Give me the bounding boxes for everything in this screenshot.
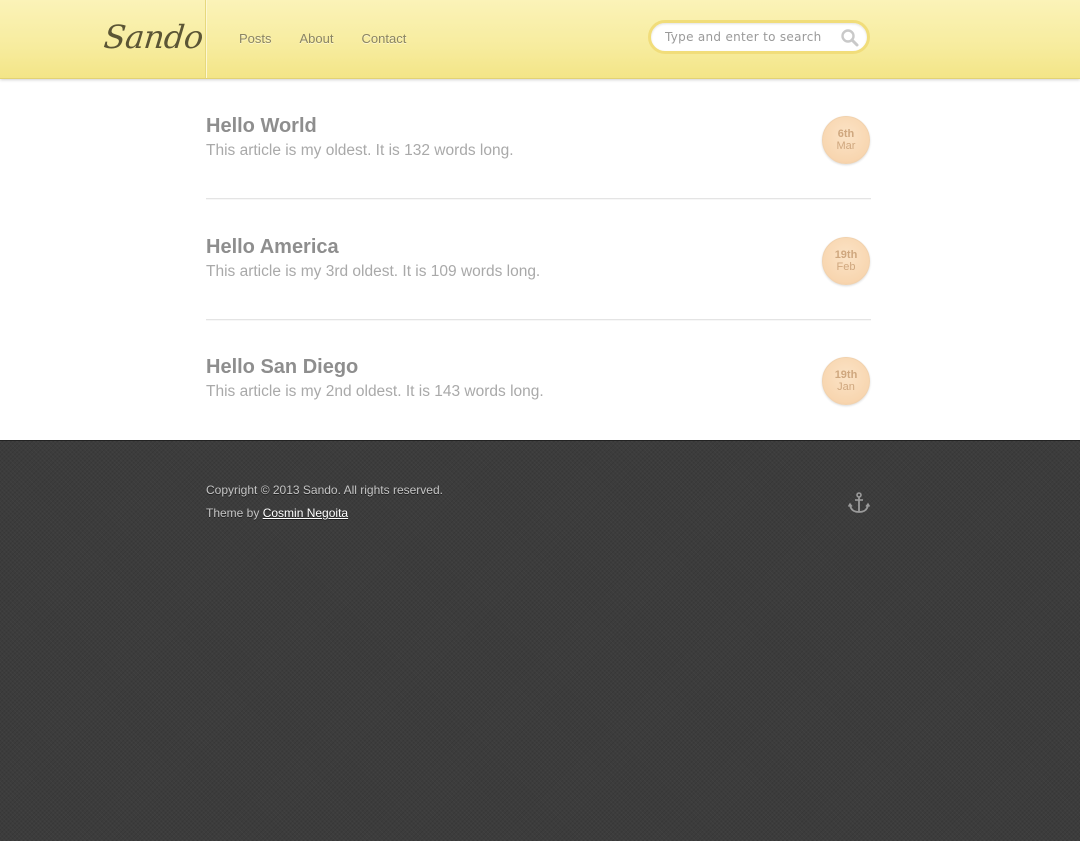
date-month: Jan bbox=[837, 381, 855, 393]
theme-credit-prefix: Theme by bbox=[206, 506, 260, 520]
post-item[interactable]: Hello World This article is my oldest. I… bbox=[206, 79, 871, 199]
logo-area[interactable]: Sando bbox=[0, 0, 206, 78]
post-description: This article is my oldest. It is 132 wor… bbox=[206, 142, 514, 159]
site-header: Sando Posts About Contact bbox=[0, 0, 1080, 79]
date-month: Feb bbox=[836, 261, 856, 273]
search-box[interactable] bbox=[648, 20, 870, 54]
main-nav: Posts About Contact bbox=[239, 31, 434, 46]
site-logo[interactable]: Sando bbox=[102, 18, 205, 56]
post-list: Hello World This article is my oldest. I… bbox=[0, 79, 1080, 440]
post-description: This article is my 2nd oldest. It is 143… bbox=[206, 383, 544, 400]
post-title[interactable]: Hello World bbox=[206, 115, 317, 138]
anchor-icon[interactable] bbox=[847, 491, 871, 515]
date-day: 19th bbox=[834, 249, 858, 261]
nav-contact[interactable]: Contact bbox=[362, 31, 407, 46]
post-item[interactable]: Hello America This article is my 3rd old… bbox=[206, 200, 871, 320]
nav-posts[interactable]: Posts bbox=[239, 31, 272, 46]
post-item[interactable]: Hello San Diego This article is my 2nd o… bbox=[206, 320, 871, 440]
post-description: This article is my 3rd oldest. It is 109… bbox=[206, 263, 541, 280]
copyright-text: Copyright © 2013 Sando. All rights reser… bbox=[206, 483, 443, 497]
site-footer: Copyright © 2013 Sando. All rights reser… bbox=[0, 440, 1080, 841]
nav-about[interactable]: About bbox=[300, 31, 334, 46]
post-title[interactable]: Hello San Diego bbox=[206, 356, 358, 379]
date-day: 19th bbox=[834, 369, 858, 381]
date-badge: 19th Feb bbox=[822, 237, 870, 285]
search-input[interactable] bbox=[665, 28, 830, 46]
date-month: Mar bbox=[836, 140, 856, 152]
post-title[interactable]: Hello America bbox=[206, 236, 339, 259]
date-day: 6th bbox=[837, 128, 855, 140]
theme-credit: Theme by Cosmin Negoita bbox=[206, 506, 348, 520]
date-badge: 6th Mar bbox=[822, 116, 870, 164]
theme-author-link[interactable]: Cosmin Negoita bbox=[263, 506, 348, 520]
date-badge: 19th Jan bbox=[822, 357, 870, 405]
search-icon[interactable] bbox=[840, 28, 860, 48]
